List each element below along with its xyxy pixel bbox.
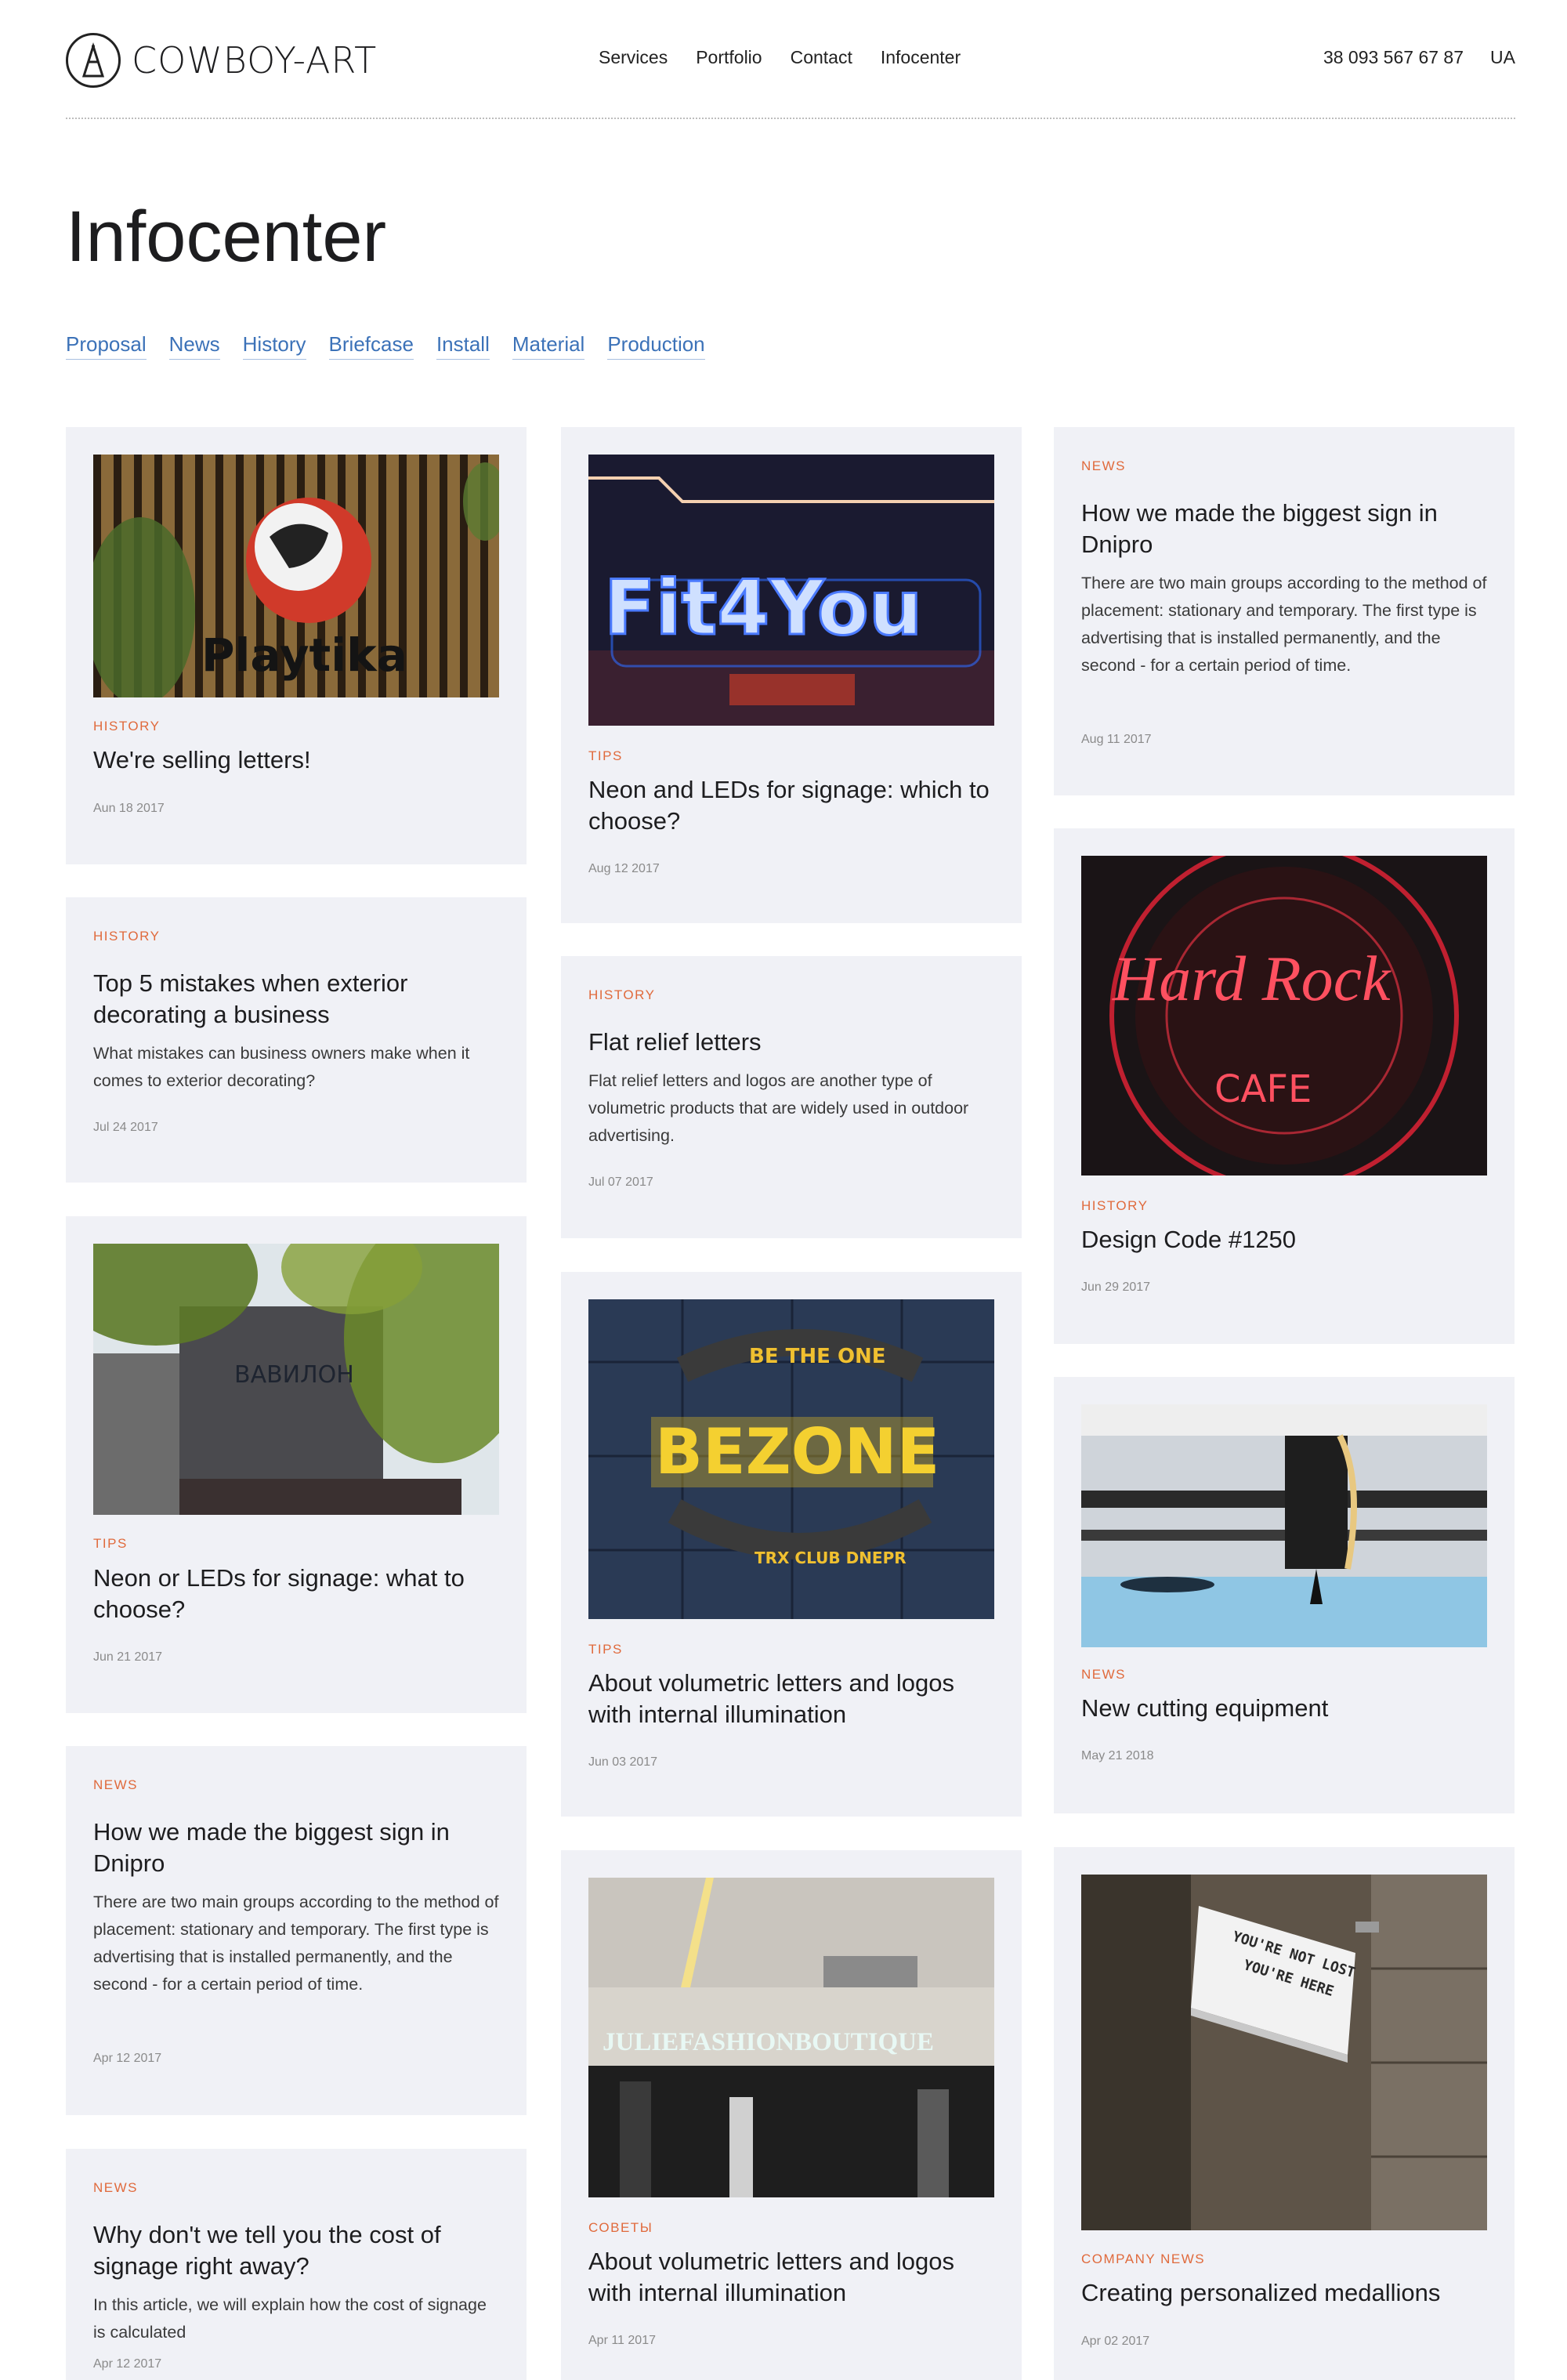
- nav-portfolio[interactable]: Portfolio: [696, 47, 762, 68]
- article-card[interactable]: NEWS How we made the biggest sign in Dni…: [66, 1746, 527, 2115]
- article-tag: TIPS: [588, 748, 623, 763]
- article-tag: COMPANY NEWS: [1081, 2251, 1206, 2266]
- article-tag: HISTORY: [93, 929, 161, 944]
- article-tag: NEWS: [93, 2180, 138, 2195]
- image-sign-text: Hard Rock: [1113, 943, 1391, 1014]
- article-image: Hard Rock CAFE: [1081, 856, 1487, 1176]
- filter-install[interactable]: Install: [436, 332, 490, 360]
- article-image: Playtika: [93, 455, 499, 697]
- article-title[interactable]: Neon or LEDs for signage: what to choose…: [93, 1563, 499, 1625]
- filter-proposal[interactable]: Proposal: [66, 332, 147, 360]
- filter-news[interactable]: News: [168, 332, 220, 360]
- article-image: Fit4You: [588, 455, 994, 726]
- article-card[interactable]: ВАВИЛОН TIPS Neon or LEDs for signage: w…: [66, 1216, 527, 1713]
- article-title[interactable]: About volumetric letters and logos with …: [588, 1668, 994, 1730]
- image-sign-text: JULIEFASHIONBOUTIQUE: [603, 2028, 934, 2056]
- article-date: Apr 02 2017: [1081, 2335, 1150, 2348]
- article-date: Apr 12 2017: [93, 2357, 162, 2371]
- logo-text: COWBOY-ART: [132, 39, 378, 82]
- article-tag: TIPS: [588, 1642, 623, 1657]
- article-date: May 21 2018: [1081, 1749, 1154, 1762]
- article-card[interactable]: JULIEFASHIONBOUTIQUE СОВЕТЫ About volume…: [561, 1850, 1022, 2380]
- article-title[interactable]: Why don't we tell you the cost of signag…: [93, 2219, 499, 2282]
- article-date: Jun 03 2017: [588, 1755, 658, 1769]
- image-sign-text: BEZONE: [655, 1415, 940, 1488]
- article-date: Apr 11 2017: [588, 2334, 656, 2347]
- header-divider: [66, 118, 1515, 119]
- article-date: Aun 18 2017: [93, 802, 165, 815]
- article-tag: TIPS: [93, 1536, 128, 1551]
- article-date: Apr 12 2017: [93, 2052, 162, 2065]
- article-image: [1081, 1404, 1487, 1647]
- article-card[interactable]: NEWS Why don't we tell you the cost of s…: [66, 2149, 527, 2380]
- image-sign-text: Playtika: [201, 629, 407, 682]
- article-card[interactable]: HISTORY Flat relief letters Flat relief …: [561, 956, 1022, 1238]
- nav-infocenter[interactable]: Infocenter: [881, 47, 961, 68]
- article-title[interactable]: Top 5 mistakes when exterior decorating …: [93, 968, 499, 1031]
- image-sign-text: Fit4You: [603, 563, 923, 654]
- filter-production[interactable]: Production: [607, 332, 705, 360]
- filter-material[interactable]: Material: [512, 332, 585, 360]
- article-card[interactable]: NEWS New cutting equipment May 21 2018: [1054, 1377, 1515, 1813]
- article-tag: NEWS: [93, 1777, 138, 1792]
- article-description: There are two main groups according to t…: [1081, 574, 1487, 675]
- article-title[interactable]: Neon and LEDs for signage: which to choo…: [588, 774, 994, 837]
- article-image: BE THE ONE BEZONE TRX CLUB DNEPR: [588, 1299, 994, 1619]
- article-card[interactable]: Hard Rock CAFE HISTORY Design Code #1250…: [1054, 828, 1515, 1344]
- image-sign-text: CAFE: [1214, 1067, 1312, 1111]
- article-title[interactable]: Design Code #1250: [1081, 1224, 1487, 1255]
- article-title[interactable]: New cutting equipment: [1081, 1693, 1487, 1724]
- article-title[interactable]: Creating personalized medallions: [1081, 2277, 1487, 2309]
- article-description: Flat relief letters and logos are anothe…: [588, 1071, 969, 1145]
- image-sign-text: ВАВИЛОН: [234, 1361, 354, 1389]
- pencil-logo-icon: [66, 33, 121, 88]
- article-title[interactable]: How we made the biggest sign in Dnipro: [1081, 498, 1487, 560]
- article-description: There are two main groups according to t…: [93, 1893, 499, 1994]
- article-card[interactable]: NEWS How we made the biggest sign in Dni…: [1054, 427, 1515, 795]
- article-tag: NEWS: [1081, 1667, 1126, 1682]
- article-date: Aug 11 2017: [1081, 733, 1152, 746]
- article-image: JULIEFASHIONBOUTIQUE: [588, 1878, 994, 2197]
- article-title[interactable]: About volumetric letters and logos with …: [588, 2246, 994, 2309]
- article-tag: HISTORY: [93, 719, 161, 734]
- article-card[interactable]: HISTORY Top 5 mistakes when exterior dec…: [66, 897, 527, 1183]
- article-description: In this article, we will explain how the…: [93, 2295, 487, 2342]
- article-card[interactable]: BE THE ONE BEZONE TRX CLUB DNEPR TIPS Ab…: [561, 1272, 1022, 1817]
- language-switch[interactable]: UA: [1490, 47, 1515, 68]
- image-sign-text: TRX CLUB DNEPR: [755, 1549, 907, 1567]
- article-card[interactable]: Fit4You TIPS Neon and LEDs for signage: …: [561, 427, 1022, 923]
- article-title[interactable]: Flat relief letters: [588, 1027, 994, 1058]
- logo[interactable]: COWBOY-ART: [66, 30, 377, 91]
- site-header: COWBOY-ART Services Portfolio Contact In…: [66, 30, 1515, 91]
- article-date: Jun 21 2017: [93, 1650, 163, 1664]
- article-card[interactable]: YOU'RE NOT LOST YOU'RE HERE COMPANY NEWS…: [1054, 1847, 1515, 2380]
- article-date: Jul 24 2017: [93, 1121, 158, 1134]
- article-image: YOU'RE NOT LOST YOU'RE HERE: [1081, 1875, 1487, 2230]
- article-date: Aug 12 2017: [588, 862, 660, 875]
- image-sign-text: BE THE ONE: [749, 1345, 886, 1368]
- nav-contact[interactable]: Contact: [791, 47, 852, 68]
- article-title[interactable]: We're selling letters!: [93, 744, 499, 776]
- article-date: Jun 29 2017: [1081, 1281, 1151, 1294]
- article-tag: NEWS: [1081, 458, 1126, 473]
- phone-link[interactable]: 38 093 567 67 87: [1323, 47, 1464, 68]
- article-title[interactable]: How we made the biggest sign in Dnipro: [93, 1817, 499, 1879]
- article-card[interactable]: Playtika HISTORY We're selling letters! …: [66, 427, 527, 864]
- article-description: What mistakes can business owners make w…: [93, 1044, 470, 1090]
- article-date: Jul 07 2017: [588, 1176, 653, 1189]
- article-tag: HISTORY: [1081, 1198, 1149, 1213]
- filter-briefcase[interactable]: Briefcase: [328, 332, 414, 360]
- main-nav: Services Portfolio Contact Infocenter: [599, 47, 961, 68]
- article-tag: HISTORY: [588, 987, 656, 1002]
- filter-history[interactable]: History: [242, 332, 306, 360]
- article-tag: СОВЕТЫ: [588, 2220, 653, 2235]
- nav-services[interactable]: Services: [599, 47, 668, 68]
- category-filters: Proposal News History Briefcase Install …: [66, 332, 705, 360]
- page-title: Infocenter: [66, 197, 387, 277]
- article-image: ВАВИЛОН: [93, 1244, 499, 1515]
